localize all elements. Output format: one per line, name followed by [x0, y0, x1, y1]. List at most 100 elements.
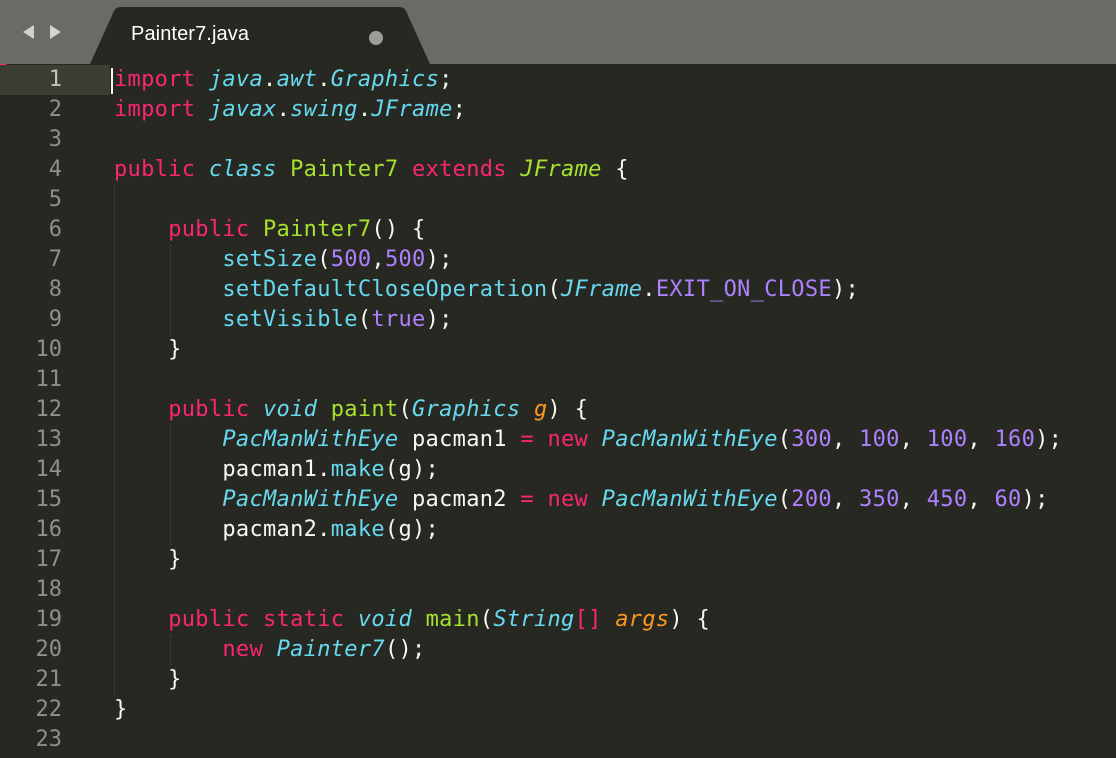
- code-text: public static void main(String[] args) {: [114, 605, 710, 635]
- code-token: ;: [439, 67, 453, 92]
- code-line[interactable]: 17 }: [0, 545, 1116, 575]
- code-token: Painter7: [263, 217, 372, 242]
- code-line[interactable]: 11: [0, 365, 1116, 395]
- code-line[interactable]: 16 pacman2.make(g);: [0, 515, 1116, 545]
- code-token: PacManWithEye: [222, 487, 399, 512]
- code-text: import javax.swing.JFrame;: [114, 95, 466, 125]
- line-number: 1: [48, 67, 62, 92]
- code-token: }: [114, 547, 182, 572]
- text-caret: [111, 68, 113, 94]
- code-line[interactable]: 21 }: [0, 665, 1116, 695]
- code-token: pacman2: [398, 487, 521, 512]
- code-token: pacman1.: [114, 457, 331, 482]
- code-token: import: [114, 67, 196, 92]
- code-token: make: [330, 517, 385, 542]
- code-token: .: [276, 97, 291, 122]
- code-token: );: [1021, 487, 1049, 512]
- code-token: }: [114, 667, 182, 692]
- code-token: setDefaultCloseOperation: [222, 277, 548, 302]
- code-token: ,: [967, 427, 995, 452]
- code-token: .: [317, 67, 331, 92]
- code-line[interactable]: 15 PacManWithEye pacman2 = new PacManWit…: [0, 485, 1116, 515]
- code-token: JFrame: [561, 277, 643, 302]
- code-line[interactable]: 7 setSize(500,500);: [0, 245, 1116, 275]
- code-line[interactable]: 6 public Painter7() {: [0, 215, 1116, 245]
- code-token: class: [208, 157, 277, 182]
- line-number: 2: [48, 97, 62, 122]
- unsaved-dot-icon[interactable]: [369, 31, 383, 45]
- code-token: 60: [994, 487, 1022, 512]
- code-line[interactable]: 2 import javax.swing.JFrame;: [0, 95, 1116, 125]
- code-token: 350: [859, 487, 900, 512]
- chevron-right-icon[interactable]: [46, 23, 64, 41]
- code-token: );: [831, 277, 860, 302]
- line-number: 6: [48, 217, 62, 242]
- code-token: (: [479, 607, 494, 632]
- code-token: 100: [926, 427, 968, 452]
- code-line[interactable]: 8 setDefaultCloseOperation(JFrame.EXIT_O…: [0, 275, 1116, 305]
- code-line[interactable]: 18: [0, 575, 1116, 605]
- code-token: setVisible: [222, 307, 358, 332]
- code-token: ,: [899, 487, 927, 512]
- code-token: ,: [831, 427, 860, 452]
- code-token: }: [114, 697, 128, 722]
- code-line[interactable]: 4 public class Painter7 extends JFrame {: [0, 155, 1116, 185]
- line-number: 12: [35, 397, 63, 422]
- line-number: 14: [35, 457, 63, 482]
- line-number: 11: [35, 367, 63, 392]
- code-text: }: [114, 695, 128, 725]
- code-token: paint: [330, 397, 399, 422]
- code-token: .: [263, 67, 277, 92]
- code-token: (: [357, 307, 372, 332]
- code-line[interactable]: 12 public void paint(Graphics g) {: [0, 395, 1116, 425]
- code-token: String: [493, 607, 575, 632]
- code-editor[interactable]: 1 import java.awt.Graphics; 2 import javax.…: [0, 64, 1116, 758]
- code-line[interactable]: 19 public static void main(String[] args…: [0, 605, 1116, 635]
- code-line[interactable]: 5: [0, 185, 1116, 215]
- code-line[interactable]: 10 }: [0, 335, 1116, 365]
- line-number: 9: [48, 307, 62, 332]
- code-line[interactable]: 13 PacManWithEye pacman1 = new PacManWit…: [0, 425, 1116, 455]
- tab-painter7-java[interactable]: Painter7.java: [90, 7, 430, 64]
- line-number: 23: [35, 727, 63, 752]
- code-token: .: [642, 277, 656, 302]
- chevron-left-icon[interactable]: [20, 23, 38, 41]
- code-line[interactable]: 23: [0, 725, 1116, 755]
- code-line[interactable]: 20 new Painter7();: [0, 635, 1116, 665]
- code-token: javax: [208, 97, 277, 122]
- code-token: () {: [371, 217, 426, 242]
- code-token: swing: [290, 97, 358, 122]
- code-line[interactable]: 9 setVisible(true);: [0, 305, 1116, 335]
- code-token: Graphics: [330, 67, 440, 92]
- code-token: 500: [330, 247, 372, 272]
- line-number: 22: [35, 697, 63, 722]
- code-token: new: [547, 487, 589, 512]
- code-token: =: [520, 487, 534, 512]
- code-token: (: [398, 397, 413, 422]
- line-number: 16: [35, 517, 63, 542]
- code-line[interactable]: 1 import java.awt.Graphics;: [0, 65, 1116, 95]
- code-token: []: [574, 607, 602, 632]
- code-token: }: [114, 337, 182, 362]
- code-token: new: [222, 637, 264, 662]
- code-line[interactable]: 3: [0, 125, 1116, 155]
- editor-window: Painter7.java 1 import java.awt.Graphics;…: [0, 0, 1116, 758]
- code-text: import java.awt.Graphics;: [114, 65, 453, 95]
- code-token: );: [425, 247, 453, 272]
- code-line[interactable]: 14 pacman1.make(g);: [0, 455, 1116, 485]
- code-token: ;: [452, 97, 467, 122]
- code-line[interactable]: 22}: [0, 695, 1116, 725]
- code-token: ,: [967, 487, 995, 512]
